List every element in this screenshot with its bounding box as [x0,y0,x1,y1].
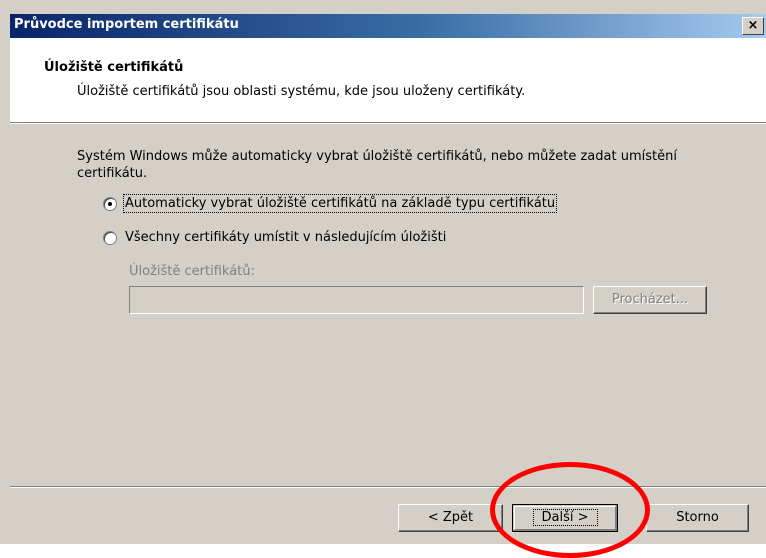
radio-option-auto[interactable]: Automaticky vybrat úložiště certifikátů … [103,194,558,213]
certificate-store-field [129,286,584,314]
radio-button-manual[interactable] [103,230,117,245]
close-button[interactable]: × [742,17,764,35]
intro-text: Systém Windows může automaticky vybrat ú… [77,149,677,181]
radio-label-manual[interactable]: Všechny certifikáty umístit v následujíc… [125,230,446,245]
page-description: Úložiště certifikátů jsou oblasti systém… [77,84,526,99]
wizard-header [10,38,766,122]
radio-option-manual[interactable]: Všechny certifikáty umístit v následujíc… [103,230,446,245]
browse-button: Procházet... [593,286,707,314]
certificate-import-wizard-dialog: Průvodce importem certifikátu × Úložiště… [0,0,766,558]
radio-button-auto[interactable] [103,196,117,211]
close-icon: × [747,18,759,33]
footer-divider [10,486,766,488]
title-bar[interactable]: Průvodce importem certifikátu [10,14,766,38]
header-divider [10,122,766,124]
back-button[interactable]: < Zpět [398,504,503,532]
cancel-button[interactable]: Storno [646,504,749,532]
window-title: Průvodce importem certifikátu [14,17,239,32]
radio-label-auto[interactable]: Automaticky vybrat úložiště certifikátů … [122,194,558,213]
page-title: Úložiště certifikátů [44,60,184,75]
certificate-store-label: Úložiště certifikátů: [129,264,255,279]
